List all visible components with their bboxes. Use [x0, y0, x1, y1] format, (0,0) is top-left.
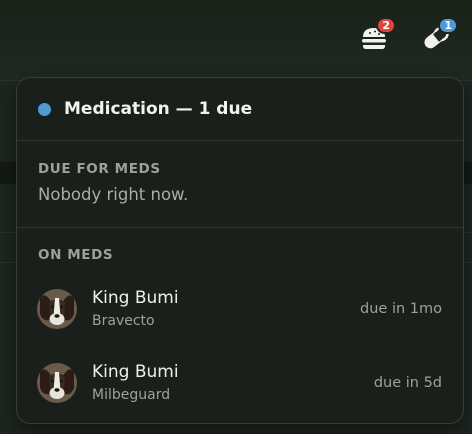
- status-dot: [38, 102, 51, 116]
- due-section-label: DUE FOR MEDS: [38, 161, 161, 177]
- on-meds-section-label: ON MEDS: [38, 247, 114, 263]
- due-time: due in 5d: [373, 375, 442, 391]
- popover-title: Medication — 1 due: [64, 99, 253, 119]
- due-time: due in 1mo: [360, 301, 442, 317]
- pet-name: King Bumi: [92, 288, 179, 308]
- on-meds-section: ON MEDS King Bumi Bravecto due in 1mo Ki…: [17, 228, 463, 420]
- medication-popover: Medication — 1 due DUE FOR MEDS Nobody r…: [16, 77, 464, 424]
- popover-header: Medication — 1 due: [17, 78, 463, 141]
- med-list-item[interactable]: King Bumi Milbeguard due in 5d: [17, 346, 463, 420]
- feeding-count-badge: 2: [376, 17, 396, 34]
- app-header-bar: [0, 0, 472, 80]
- dog-avatar: [37, 363, 77, 403]
- medication-name: Milbeguard: [92, 387, 171, 403]
- meds-button[interactable]: 1: [418, 17, 458, 56]
- due-empty-message: Nobody right now.: [38, 185, 189, 204]
- due-section: DUE FOR MEDS Nobody right now.: [17, 141, 463, 228]
- pet-name: King Bumi: [92, 362, 179, 382]
- meds-count-badge: 1: [438, 17, 458, 34]
- pet-info: King Bumi Milbeguard: [92, 361, 374, 405]
- dog-avatar: [37, 289, 77, 329]
- pet-info: King Bumi Bravecto: [92, 287, 360, 331]
- medication-name: Bravecto: [92, 313, 155, 329]
- feeding-button[interactable]: 2: [356, 17, 396, 56]
- med-list-item[interactable]: King Bumi Bravecto due in 1mo: [17, 272, 463, 346]
